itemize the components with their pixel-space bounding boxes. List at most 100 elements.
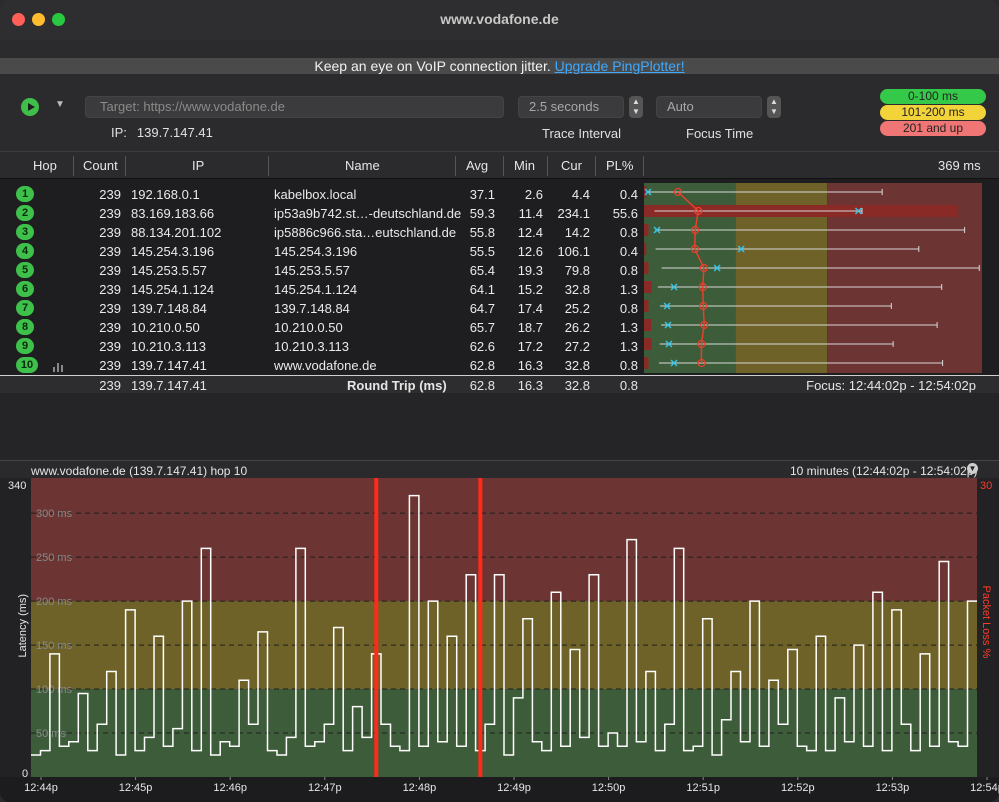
table-row[interactable]: 5 239 145.253.5.57 145.253.5.57 65.4 19.3 79.8… [0,261,643,280]
packet-loss-bar [644,243,647,255]
cell-avg: 65.7 [469,320,495,335]
cell-count: 239 [99,244,121,259]
trace-table: 1 239 192.168.0.1 kabelbox.local 37.1 2.6 4.4 0… [0,179,999,375]
cell-cur: 32.8 [564,358,590,373]
col-pl[interactable]: PL% [606,158,633,173]
cell-pl: 1.3 [619,320,638,335]
cell-name: 145.254.3.196 [274,244,358,259]
packet-loss-bar [644,300,649,312]
packet-loss-bar [644,224,649,236]
cell-pl: 0.4 [619,244,638,259]
upgrade-link[interactable]: Upgrade PingPlotter! [555,58,685,74]
chevron-down-icon[interactable]: ▼ [55,99,65,110]
packet-loss-bar [644,262,649,274]
hop-badge: 4 [16,243,34,259]
cell-ip: 83.169.183.66 [131,206,215,221]
cell-count: 239 [99,320,121,335]
hop-badge: 3 [16,224,34,240]
ip-label: IP: [111,125,127,140]
focus-range: Focus: 12:44:02p - 12:54:02p [806,378,976,393]
col-min[interactable]: Min [514,158,535,173]
table-row[interactable]: 3 239 88.134.201.102 ip5886c966.sta…eutschl… [0,223,643,242]
col-avg[interactable]: Avg [466,158,488,173]
cell-pl: 1.3 [619,282,638,297]
range-dropdown-icon[interactable]: ▼ [967,463,978,474]
y-axis-top-label: 340 [8,480,26,492]
table-row[interactable]: 10 239 139.7.147.41 www.vodafone.de 62.8 16.3… [0,356,643,375]
col-cur[interactable]: Cur [561,158,582,173]
gridline-label: 200 ms [36,596,73,608]
packet-loss-marker [478,478,483,777]
table-row[interactable]: 7 239 139.7.148.84 139.7.148.84 64.7 17.4 25.2… [0,299,643,318]
cell-min: 11.4 [518,206,543,221]
x-tick-label: 12:54p [970,782,999,794]
x-tick-label: 12:50p [592,782,626,794]
packet-loss-bar [644,186,647,198]
x-tick-label: 12:44p [24,782,58,794]
cell-name: 139.7.148.84 [274,301,350,316]
cell-pl: 0.8 [619,358,638,373]
cell-count: 239 [99,263,121,278]
cell-name: ip53a9b742.st…-deutschland.de [274,206,462,221]
cell-ip: 10.210.0.50 [131,320,200,335]
col-hop[interactable]: Hop [33,158,57,173]
table-row[interactable]: 4 239 145.254.3.196 145.254.3.196 55.5 12.6 10… [0,242,643,261]
table-row[interactable]: 6 239 145.254.1.124 145.254.1.124 64.1 15.2 32… [0,280,643,299]
table-row[interactable]: 8 239 10.210.0.50 10.210.0.50 65.7 18.7 26.2 1.… [0,318,643,337]
x-tick-label: 12:53p [876,782,910,794]
play-icon[interactable] [21,98,39,116]
latency-graph-svg: 300 ms250 ms200 ms150 ms100 ms50 ms34003… [0,478,999,802]
cell-ip: 145.254.1.124 [131,282,215,297]
cell-pl: 0.8 [619,301,638,316]
cell-cur: 27.2 [564,339,590,354]
gridline-label: 250 ms [36,552,73,564]
legend-yellow: 101-200 ms [880,105,986,120]
col-name[interactable]: Name [345,158,380,173]
cell-name: 10.210.3.113 [274,339,349,354]
cell-name: 145.253.5.57 [274,263,350,278]
x-tick-label: 12:47p [308,782,342,794]
cell-min: 17.4 [517,301,543,316]
table-row[interactable]: 2 239 83.169.183.66 ip53a9b742.st…-deutschl… [0,204,643,223]
cell-name: kabelbox.local [274,187,357,202]
cell-avg: 37.1 [469,187,495,202]
app-window: www.vodafone.de Keep an eye on VoIP conn… [0,0,999,802]
y2-axis-label: Packet Loss % [980,586,992,659]
cell-ip: 88.134.201.102 [131,225,222,240]
col-count[interactable]: Count [83,158,118,173]
hop-badge: 10 [16,357,38,373]
cell-count: 239 [99,187,121,202]
graph-range[interactable]: 10 minutes (12:44:02p - 12:54:02p) [790,464,977,478]
col-ip[interactable]: IP [192,158,204,173]
trace-interval-select[interactable]: 2.5 seconds [518,96,624,118]
focus-time-select[interactable]: Auto [656,96,762,118]
focus-time-stepper[interactable]: ▲ ▼ [767,96,781,118]
table-row[interactable]: 1 239 192.168.0.1 kabelbox.local 37.1 2.6 4.4 0… [0,185,643,204]
cell-min: 15.2 [517,282,543,297]
y2-axis-top-label: 30 [980,480,992,492]
x-tick-label: 12:48p [403,782,437,794]
splitter-area[interactable] [0,393,999,460]
cell-min: 19.3 [517,263,543,278]
cell-count: 239 [99,301,121,316]
cell-avg: 62.8 [469,358,495,373]
ip-readout: IP: 139.7.147.41 [111,125,213,140]
upgrade-banner: Keep an eye on VoIP connection jitter. U… [0,58,999,74]
trace-interval-stepper[interactable]: ▲ ▼ [629,96,643,118]
cell-name: 145.254.1.124 [274,282,358,297]
target-input[interactable]: Target: https://www.vodafone.de [85,96,504,118]
cell-avg: 64.1 [469,282,495,297]
legend-green: 0-100 ms [880,89,986,104]
table-row[interactable]: 9 239 10.210.3.113 10.210.3.113 62.6 17.2 27.2… [0,337,643,356]
cell-ip: 139.7.148.84 [131,301,207,316]
graph-header: www.vodafone.de (139.7.147.41) hop 10 10… [0,460,999,478]
bar-chart-icon[interactable] [53,362,65,372]
hop-badge: 7 [16,300,34,316]
packet-loss-bar [644,357,649,369]
cell-ip: 139.7.147.41 [131,358,207,373]
table-header: Hop Count IP Name Avg Min Cur PL% 369 ms [0,151,999,179]
x-tick-label: 12:49p [497,782,531,794]
round-trip-summary: 239 139.7.147.41 Round Trip (ms) 62.8 16… [0,375,999,393]
x-tick-label: 12:51p [686,782,720,794]
cell-min: 12.4 [517,225,543,240]
